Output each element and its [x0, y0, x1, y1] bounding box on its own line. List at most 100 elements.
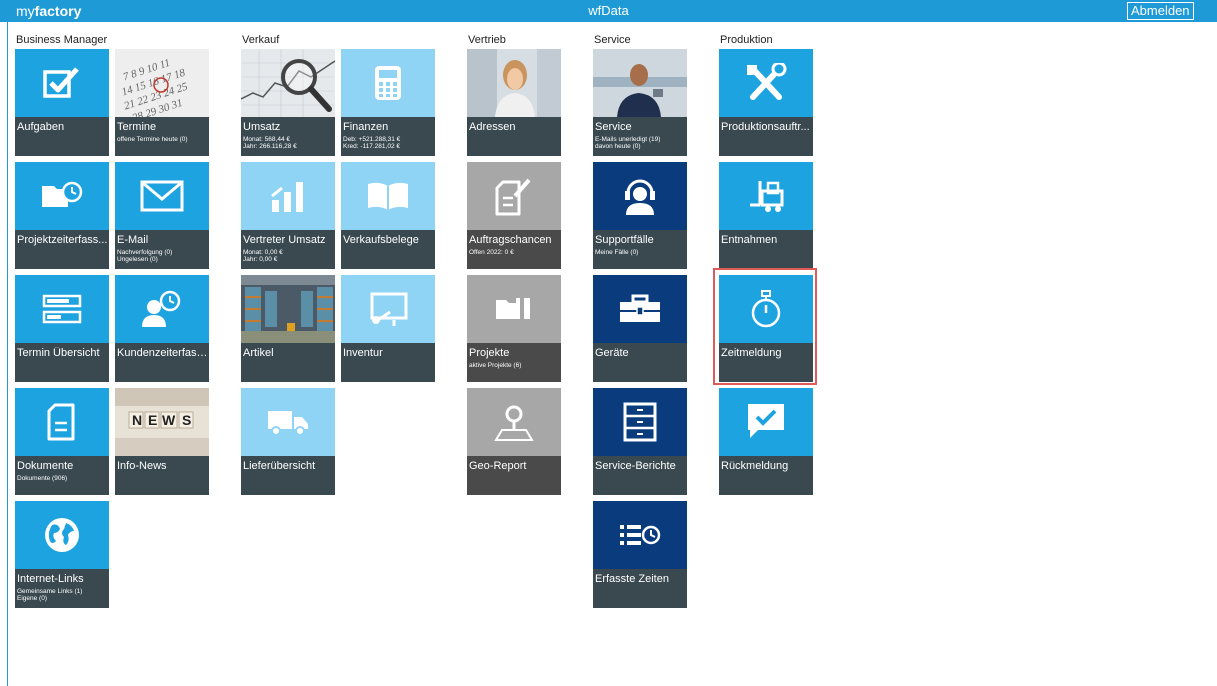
calculator-icon	[375, 66, 401, 100]
technician-photo	[593, 49, 687, 117]
tile-label: Service-Berichte	[595, 460, 676, 472]
tile-termin-uebersicht[interactable]: Termin Übersicht	[15, 275, 109, 382]
tile-subtext: offene Termine heute (0)	[117, 136, 188, 143]
map-pin-icon	[494, 405, 534, 441]
tile-info-news[interactable]: N E W S Info-News	[115, 388, 209, 495]
news-photo: N E W S	[115, 388, 209, 456]
book-icon	[368, 182, 408, 210]
tile-subtext-2: davon heute (0)	[595, 143, 641, 150]
tile-label: Internet-Links	[17, 573, 84, 585]
tile-kundenzeiterfassung[interactable]: Kundenzeiterfass...	[115, 275, 209, 382]
list-bars-icon	[42, 294, 82, 324]
forklift-icon	[750, 181, 784, 212]
tile-label: Inventur	[343, 347, 383, 359]
tile-lieferuebersicht[interactable]: Lieferübersicht	[241, 388, 335, 495]
tile-geo-report[interactable]: Geo-Report	[467, 388, 561, 495]
tools-icon	[747, 63, 787, 100]
whiteboard-icon	[370, 292, 408, 326]
tile-subtext-2: Eigene (0)	[17, 595, 47, 602]
bar-chart-icon	[271, 182, 303, 212]
tile-label: Entnahmen	[721, 234, 778, 246]
tile-projektzeiterfassung[interactable]: Projektzeiterfass...	[15, 162, 109, 269]
tile-subtext-2: Jahr: 266.116,28 €	[243, 143, 297, 150]
tile-label: Umsatz	[243, 121, 281, 133]
tile-supportfaelle[interactable]: Supportfälle Meine Fälle (0)	[593, 162, 687, 269]
tile-adressen[interactable]: Adressen	[467, 49, 561, 156]
column-header-service: Service	[594, 34, 631, 46]
tile-label: Projekte	[469, 347, 510, 359]
tile-inventur[interactable]: Inventur	[341, 275, 435, 382]
tile-umsatz[interactable]: Umsatz Monat: 568,44 € Jahr: 266.116,28 …	[241, 49, 335, 156]
tile-verkaufsbelege[interactable]: Verkaufsbelege	[341, 162, 435, 269]
tile-label: Produktionsauftr...	[721, 121, 810, 133]
tile-label: Aufgaben	[17, 121, 65, 133]
tile-auftragschancen[interactable]: Auftragschancen Offen 2022: 0 €	[467, 162, 561, 269]
tile-label: Adressen	[469, 121, 516, 133]
tile-label: Dokumente	[17, 460, 74, 472]
tile-subtext: E-Mails unerledigt (19)	[595, 136, 661, 143]
cabinet-icon	[623, 402, 657, 442]
headset-person-icon	[625, 179, 655, 215]
logout-button[interactable]: Abmelden	[1127, 2, 1194, 20]
tile-service-berichte[interactable]: Service-Berichte	[593, 388, 687, 495]
svg-text:E: E	[148, 412, 157, 428]
tile-rueckmeldung[interactable]: Rückmeldung	[719, 388, 813, 495]
tile-subtext: aktive Projekte (6)	[469, 362, 522, 369]
column-header-produktion: Produktion	[720, 34, 773, 46]
tile-email[interactable]: E-Mail Nachverfolgung (0) Ungelesen (0)	[115, 162, 209, 269]
tile-label: Vertreter Umsatz	[243, 234, 326, 246]
tile-termine[interactable]: 7 8 9 10 11 14 15 16 17 18 21 22 23 24 2…	[115, 49, 209, 156]
tile-subtext: Deb: +521.288,31 €	[343, 136, 401, 143]
tile-subtext: Nachverfolgung (0)	[117, 249, 173, 256]
svg-text:W: W	[162, 412, 176, 428]
tile-geraete[interactable]: Geräte	[593, 275, 687, 382]
tile-produktionsauftraege[interactable]: Produktionsauftr...	[719, 49, 813, 156]
chat-check-icon	[748, 404, 784, 438]
app-title: wfData	[588, 3, 629, 18]
tile-internet-links[interactable]: Internet-Links Gemeinsame Links (1) Eige…	[15, 501, 109, 608]
left-border-line	[7, 22, 8, 686]
tile-service[interactable]: Service E-Mails unerledigt (19) davon he…	[593, 49, 687, 156]
tile-zeitmeldung[interactable]: Zeitmeldung	[719, 275, 813, 382]
tile-label: Info-News	[117, 460, 167, 472]
tile-label: Rückmeldung	[721, 460, 789, 472]
tile-finanzen[interactable]: Finanzen Deb: +521.288,31 € Kred: -117.2…	[341, 49, 435, 156]
column-header-vertrieb: Vertrieb	[468, 34, 506, 46]
tile-label: Projektzeiterfass...	[17, 234, 108, 246]
tile-subtext: Dokumente (906)	[17, 475, 68, 482]
tile-label: Erfasste Zeiten	[595, 573, 669, 585]
tile-dokumente[interactable]: Dokumente Dokumente (906)	[15, 388, 109, 495]
tile-subtext: Offen 2022: 0 €	[469, 249, 514, 256]
tile-artikel[interactable]: Artikel	[241, 275, 335, 382]
tile-projekte[interactable]: Projekte aktive Projekte (6)	[467, 275, 561, 382]
tile-label: Verkaufsbelege	[343, 234, 419, 246]
tile-label: E-Mail	[117, 234, 149, 246]
truck-icon	[268, 411, 308, 436]
document-icon	[47, 403, 75, 441]
tile-label: Kundenzeiterfass...	[117, 347, 208, 359]
globe-icon	[45, 518, 79, 552]
tile-vertreter-umsatz[interactable]: Vertreter Umsatz Monat: 0,00 € Jahr: 0,0…	[241, 162, 335, 269]
tile-aufgaben[interactable]: Aufgaben	[15, 49, 109, 156]
calendar-photo: 7 8 9 10 11 14 15 16 17 18 21 22 23 24 2…	[115, 49, 209, 117]
tile-erfasste-zeiten[interactable]: Erfasste Zeiten	[593, 501, 687, 608]
tile-label: Termin Übersicht	[17, 347, 100, 359]
folder-clock-icon	[42, 181, 83, 207]
tile-label: Artikel	[243, 347, 274, 359]
tile-label: Termine	[117, 121, 157, 133]
column-header-verkauf: Verkauf	[242, 34, 280, 46]
person-clock-icon	[142, 290, 181, 327]
tile-subtext-2: Kred: -117.281,02 €	[343, 143, 400, 150]
tile-subtext: Meine Fälle (0)	[595, 249, 639, 256]
stopwatch-icon	[751, 290, 781, 328]
tile-label: Lieferübersicht	[243, 460, 316, 472]
tile-subtext-2: Jahr: 0,00 €	[243, 256, 278, 263]
tile-label: Geräte	[595, 347, 629, 359]
tile-label: Supportfälle	[595, 234, 654, 246]
top-bar: myfactory wfData Abmelden	[0, 0, 1217, 22]
folders-icon	[496, 298, 530, 319]
tile-label: Service	[595, 121, 632, 133]
tile-subtext: Monat: 0,00 €	[243, 249, 283, 256]
tile-entnahmen[interactable]: Entnahmen	[719, 162, 813, 269]
tile-label: Zeitmeldung	[721, 347, 782, 359]
